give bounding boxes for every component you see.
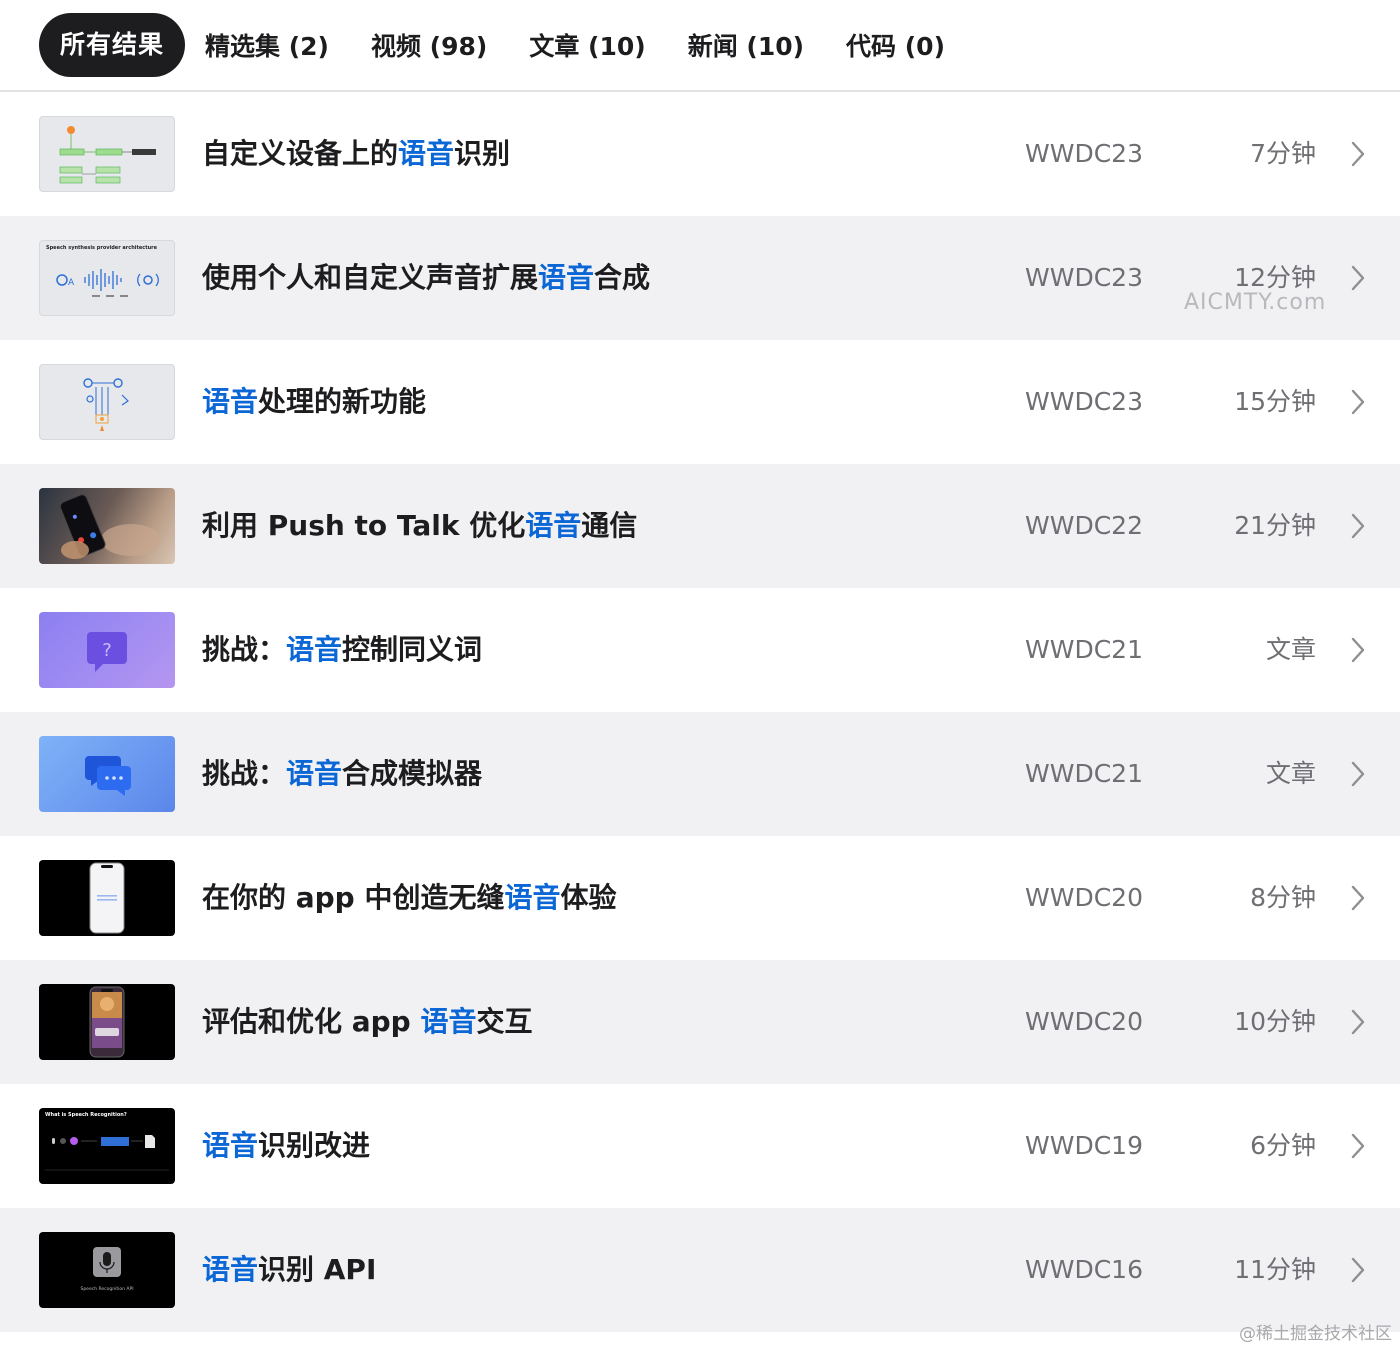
- result-event: WWDC23: [1025, 263, 1143, 292]
- result-row[interactable]: 在你的 app 中创造无缝语音体验 WWDC20 8分钟: [0, 836, 1400, 960]
- chevron-right-icon: [1351, 637, 1365, 663]
- search-term-highlight: 语音: [504, 881, 561, 914]
- result-duration: 7分钟: [1250, 139, 1316, 168]
- result-event: WWDC22: [1025, 511, 1143, 540]
- svg-text:A: A: [68, 278, 75, 288]
- result-duration: 11分钟: [1234, 1255, 1316, 1284]
- result-thumbnail: Speech Recognition API: [39, 1232, 175, 1308]
- result-thumbnail: [39, 860, 175, 936]
- result-row[interactable]: 语音处理的新功能 WWDC23 15分钟: [0, 340, 1400, 464]
- result-title: 挑战：语音控制同义词: [202, 633, 483, 666]
- result-thumbnail: [39, 364, 175, 440]
- search-term-highlight: 语音: [286, 757, 343, 790]
- result-event: WWDC19: [1025, 1131, 1143, 1160]
- result-row[interactable]: 挑战：语音合成模拟器 WWDC21 文章: [0, 712, 1400, 836]
- result-duration: 文章: [1265, 635, 1316, 664]
- chevron-right-icon: [1351, 513, 1365, 539]
- chevron-right-icon: [1351, 761, 1365, 787]
- aicmty-watermark: AICMTY.com: [1184, 290, 1327, 315]
- result-event: WWDC16: [1025, 1255, 1143, 1284]
- chat-bubbles-icon: [85, 756, 131, 796]
- svg-text:?: ?: [102, 640, 112, 661]
- tab-all-results[interactable]: 所有结果: [39, 13, 186, 77]
- chevron-right-icon: [1351, 141, 1365, 167]
- result-title: 在你的 app 中创造无缝语音体验: [202, 881, 617, 914]
- result-thumbnail: [39, 488, 175, 564]
- result-event: WWDC21: [1025, 635, 1143, 664]
- tab-videos[interactable]: 视频 (98): [371, 27, 487, 63]
- result-thumbnail: ?: [39, 612, 175, 688]
- search-term-highlight: 语音: [420, 1005, 477, 1038]
- search-term-highlight: 语音: [202, 1129, 259, 1162]
- result-title: 评估和优化 app 语音交互: [202, 1005, 533, 1038]
- tab-code[interactable]: 代码 (0): [846, 27, 945, 63]
- question-bubble-icon: ?: [87, 632, 127, 672]
- thumbnail-caption: Speech Recognition API: [80, 1286, 133, 1292]
- filter-tabs: 所有结果 精选集 (2) 视频 (98) 文章 (10) 新闻 (10) 代码 …: [0, 0, 1400, 92]
- thumbnail-heading: What is Speech Recognition?: [45, 1112, 127, 1118]
- chevron-right-icon: [1351, 389, 1365, 415]
- result-event: WWDC20: [1025, 883, 1143, 912]
- search-term-highlight: 语音: [398, 137, 455, 170]
- result-title: 语音识别 API: [202, 1253, 377, 1286]
- result-title: 利用 Push to Talk 优化语音通信: [202, 509, 638, 542]
- result-duration: 文章: [1265, 759, 1316, 788]
- result-row[interactable]: What is Speech Recognition? 语音识别改进 WWDC1…: [0, 1084, 1400, 1208]
- result-thumbnail: [39, 116, 175, 192]
- juejin-watermark: @稀土掘金技术社区: [1239, 1324, 1392, 1344]
- search-term-highlight: 语音: [202, 1253, 259, 1286]
- results-list: 自定义设备上的语音识别 WWDC23 7分钟 Speech synthesis …: [0, 92, 1400, 1332]
- result-row[interactable]: 评估和优化 app 语音交互 WWDC20 10分钟: [0, 960, 1400, 1084]
- result-thumbnail: Speech synthesis provider architecture A: [39, 240, 175, 316]
- result-event: WWDC20: [1025, 1007, 1143, 1036]
- result-title: 语音识别改进: [202, 1129, 371, 1162]
- result-title: 语音处理的新功能: [202, 385, 427, 418]
- result-duration: 15分钟: [1234, 387, 1316, 416]
- result-thumbnail: [39, 736, 175, 812]
- chevron-right-icon: [1351, 885, 1365, 911]
- search-term-highlight: 语音: [202, 385, 259, 418]
- tab-news[interactable]: 新闻 (10): [688, 27, 804, 63]
- chevron-right-icon: [1351, 1257, 1365, 1283]
- result-duration: 6分钟: [1250, 1131, 1316, 1160]
- result-duration: 21分钟: [1234, 511, 1316, 540]
- result-duration: 8分钟: [1250, 883, 1316, 912]
- result-thumbnail: What is Speech Recognition?: [39, 1108, 175, 1184]
- search-term-highlight: 语音: [286, 633, 343, 666]
- tab-collections[interactable]: 精选集 (2): [205, 27, 329, 63]
- result-event: WWDC23: [1025, 139, 1143, 168]
- chevron-right-icon: [1351, 265, 1365, 291]
- search-term-highlight: 语音: [538, 261, 595, 294]
- result-title: 使用个人和自定义声音扩展语音合成: [202, 261, 651, 294]
- result-thumbnail: [39, 984, 175, 1060]
- search-term-highlight: 语音: [525, 509, 582, 542]
- result-row[interactable]: Speech Recognition API 语音识别 API WWDC16 1…: [0, 1208, 1400, 1332]
- result-duration: 10分钟: [1234, 1007, 1316, 1036]
- microphone-icon: Speech Recognition API: [80, 1247, 134, 1292]
- result-row[interactable]: 利用 Push to Talk 优化语音通信 WWDC22 21分钟: [0, 464, 1400, 588]
- thumbnail-heading: Speech synthesis provider architecture: [46, 245, 158, 251]
- result-duration: 12分钟: [1234, 263, 1316, 292]
- result-event: WWDC21: [1025, 759, 1143, 788]
- result-row[interactable]: Speech synthesis provider architecture A…: [0, 216, 1400, 340]
- result-title: 自定义设备上的语音识别: [202, 137, 511, 170]
- chevron-right-icon: [1351, 1133, 1365, 1159]
- result-event: WWDC23: [1025, 387, 1143, 416]
- result-row[interactable]: 自定义设备上的语音识别 WWDC23 7分钟: [0, 92, 1400, 216]
- result-title: 挑战：语音合成模拟器: [202, 757, 483, 790]
- result-row[interactable]: ? 挑战：语音控制同义词 WWDC21 文章: [0, 588, 1400, 712]
- tab-articles[interactable]: 文章 (10): [529, 27, 645, 63]
- chevron-right-icon: [1351, 1009, 1365, 1035]
